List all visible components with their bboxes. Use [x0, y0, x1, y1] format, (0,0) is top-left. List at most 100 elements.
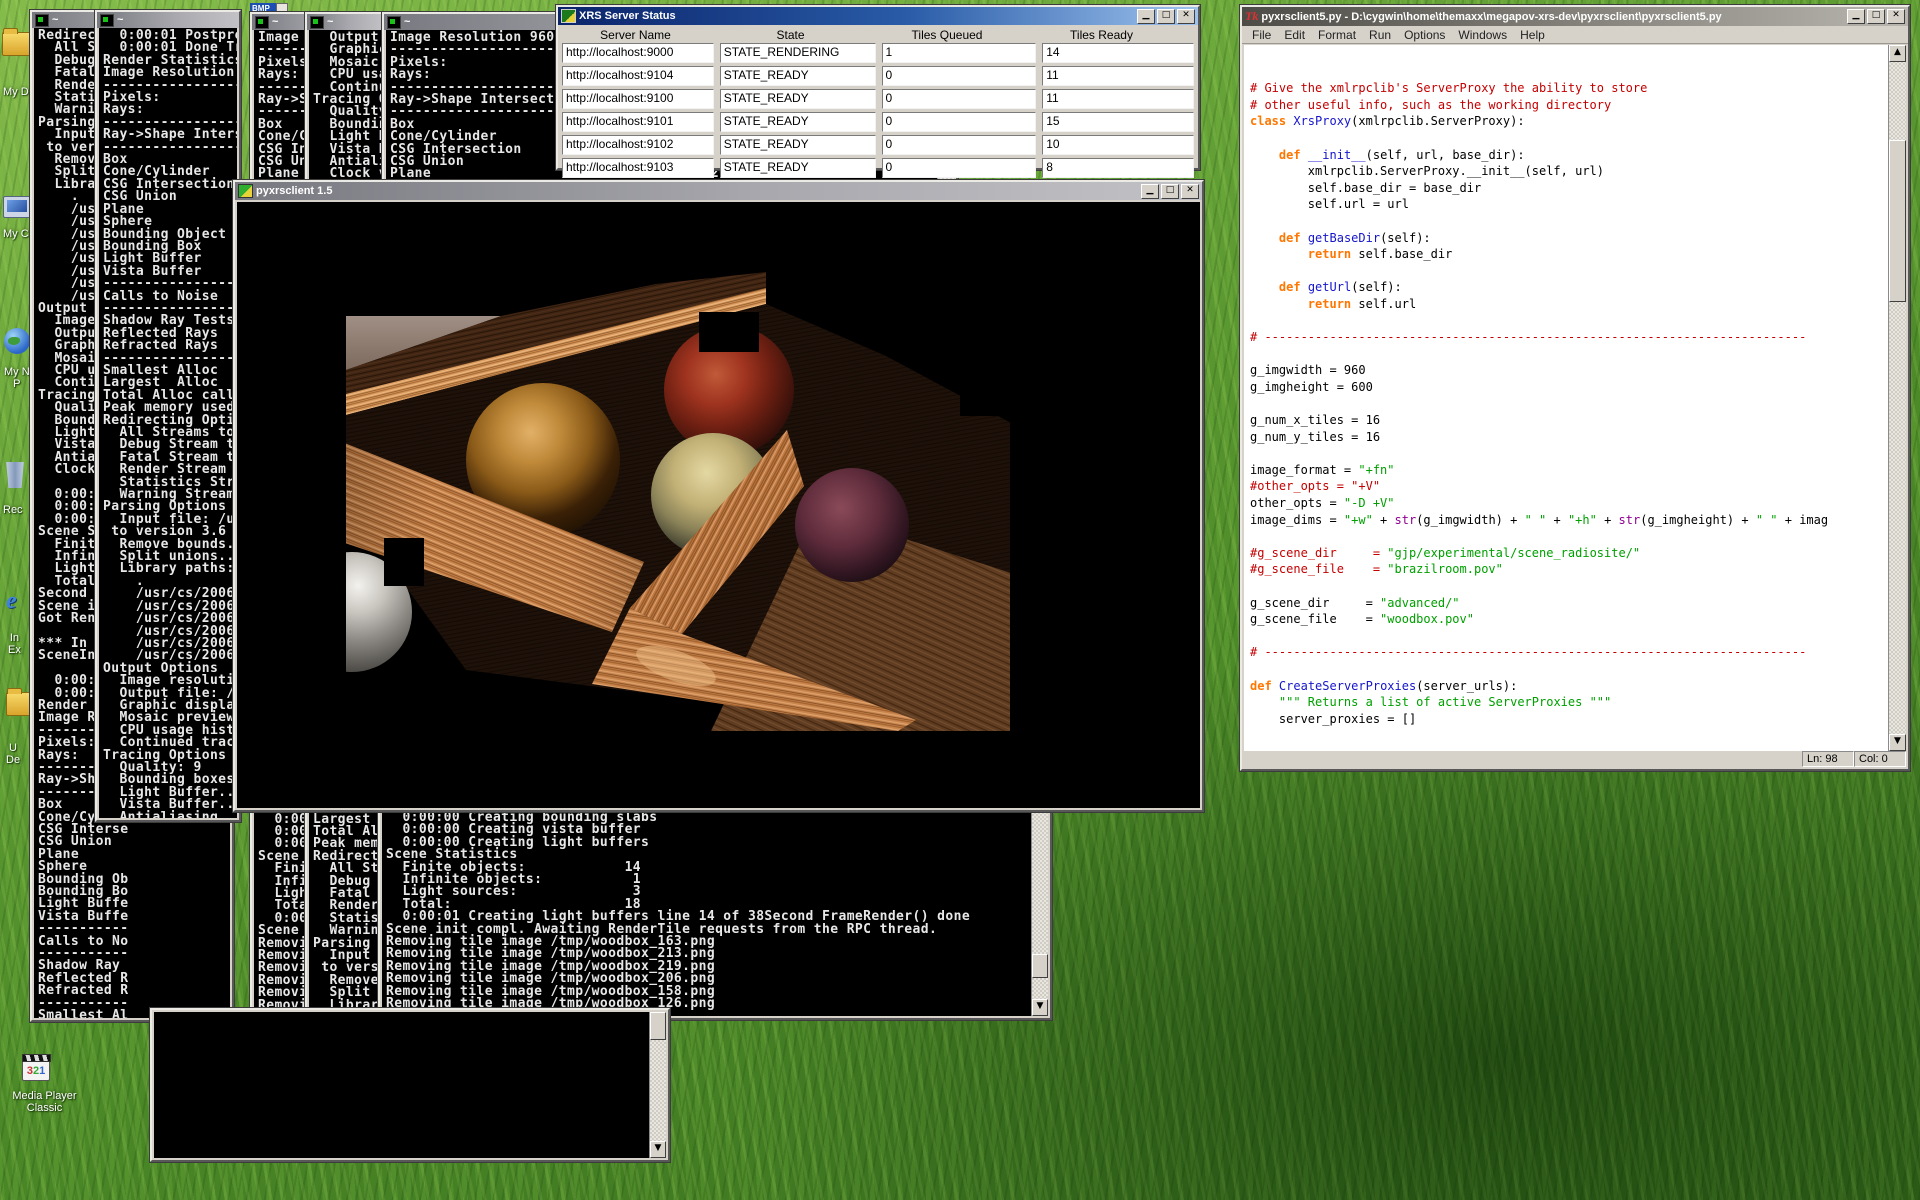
terminal-screen[interactable]: 0:00:00 Creating bounding slabs 0:00:00 …	[382, 810, 1032, 1016]
mpc-digit: 1	[39, 1065, 45, 1077]
table-cell[interactable]: 0	[882, 135, 1037, 155]
window-title: XRS Server Status	[579, 10, 676, 22]
tk-icon: Tk	[1245, 9, 1258, 24]
table-cell[interactable]: 0	[882, 158, 1037, 178]
terminal-window-tiles[interactable]: ~ 0:00:00 Creating bounding slabs 0:00:0…	[378, 792, 1052, 1020]
table-row: http://localhost:9100 STATE_READY 011	[558, 89, 1198, 109]
console-window-empty[interactable]: ▼	[150, 1008, 670, 1162]
terminal-title: ~	[272, 16, 278, 28]
menu-item-windows[interactable]: Windows	[1452, 27, 1513, 43]
terminal-window-2[interactable]: ~ 0:00:01 Postpro 0:00:01 Done Tr Render…	[95, 10, 241, 822]
table-cell[interactable]: 14	[1042, 43, 1194, 63]
editor-scrollbar[interactable]: ▲ ▼	[1888, 45, 1906, 751]
idle-editor-window[interactable]: Tk pyxrsclient5.py - D:\cygwin\home\them…	[1240, 5, 1910, 771]
scrollbar-thumb[interactable]	[1889, 140, 1906, 302]
table-cell[interactable]: 11	[1042, 66, 1194, 86]
table-cell[interactable]: 0	[882, 89, 1037, 109]
table-cell[interactable]: 1	[882, 43, 1037, 63]
terminal-title: ~	[52, 14, 58, 26]
table-cell[interactable]: http://localhost:9103	[562, 158, 714, 178]
code-editor[interactable]: # Give the xmlrpclib's ServerProxy the a…	[1244, 45, 1906, 751]
window-title: pyxrsclient 1.5	[256, 185, 332, 197]
table-cell[interactable]: 0	[882, 112, 1037, 132]
terminal-titlebar[interactable]: ~	[97, 12, 239, 28]
xrs-titlebar[interactable]: XRS Server Status ▁ □ ✕	[558, 7, 1198, 25]
terminal-titlebar[interactable]: ~	[307, 14, 384, 30]
status-col-indicator: Col: 0	[1854, 751, 1906, 767]
table-row: http://localhost:9103 STATE_READY 08	[558, 158, 1198, 178]
desktop-icon-label[interactable]: My C	[3, 228, 29, 240]
pyxrsclient-window[interactable]: pyxrsclient 1.5 ▁ □ ✕	[233, 180, 1204, 812]
code-text[interactable]: # Give the xmlrpclib's ServerProxy the a…	[1250, 47, 1886, 727]
desktop-icon-label[interactable]: Media Player Classic	[0, 1090, 97, 1114]
render-preview-image	[346, 238, 1078, 731]
desktop-icon-media-player-classic[interactable]: 321	[22, 1057, 92, 1081]
minimize-button[interactable]: ▁	[1137, 9, 1155, 24]
cygwin-terminal-icon	[387, 16, 401, 29]
computer-icon	[3, 196, 31, 218]
menu-item-options[interactable]: Options	[1398, 27, 1451, 43]
table-cell[interactable]: 10	[1042, 135, 1194, 155]
terminal-screen[interactable]: 0:00:01 Postpro 0:00:01 Done Tr Render S…	[99, 28, 237, 818]
terminal-screen[interactable]	[154, 1012, 650, 1158]
close-button[interactable]: ✕	[1177, 9, 1195, 24]
cygwin-terminal-icon	[310, 16, 324, 29]
table-cell[interactable]: STATE_READY	[720, 135, 876, 155]
maximize-button[interactable]: □	[1867, 9, 1885, 24]
table-cell[interactable]: STATE_READY	[720, 89, 876, 109]
menu-item-edit[interactable]: Edit	[1278, 27, 1311, 43]
desktop-icon-label[interactable]: My D	[3, 86, 29, 98]
table-row: http://localhost:9101 STATE_READY 015	[558, 112, 1198, 132]
menu-item-file[interactable]: File	[1246, 27, 1277, 43]
minimize-button[interactable]: ▁	[1847, 9, 1865, 24]
table-cell[interactable]: 15	[1042, 112, 1194, 132]
scroll-down-arrow[interactable]: ▼	[650, 1141, 666, 1158]
terminal-title: ~	[117, 14, 123, 26]
scrollbar-thumb[interactable]	[650, 1012, 666, 1040]
table-cell[interactable]: STATE_READY	[720, 112, 876, 132]
scroll-down-arrow[interactable]: ▼	[1889, 734, 1906, 751]
column-header: State	[715, 28, 866, 42]
xrs-app-icon	[561, 9, 576, 23]
table-cell[interactable]: http://localhost:9104	[562, 66, 714, 86]
media-player-classic-icon: 321	[22, 1057, 50, 1081]
close-button[interactable]: ✕	[1181, 184, 1199, 199]
table-cell[interactable]: STATE_READY	[720, 158, 876, 178]
minimize-button[interactable]: ▁	[1141, 184, 1159, 199]
terminal-scrollbar[interactable]: ▼	[1031, 810, 1048, 1016]
maximize-button[interactable]: □	[1161, 184, 1179, 199]
desktop-icon-label[interactable]: Rec	[3, 504, 23, 516]
terminal-scrollbar[interactable]: ▼	[649, 1012, 666, 1158]
table-cell[interactable]: http://localhost:9101	[562, 112, 714, 132]
window-title: pyxrsclient5.py - D:\cygwin\home\themaxx…	[1261, 11, 1721, 23]
pyxrsclient-titlebar[interactable]: pyxrsclient 1.5 ▁ □ ✕	[235, 182, 1202, 200]
table-cell[interactable]: STATE_RENDERING	[720, 43, 876, 63]
table-cell[interactable]: STATE_READY	[720, 66, 876, 86]
table-cell[interactable]: 11	[1042, 89, 1194, 109]
desktop-icon-label[interactable]: U De	[6, 742, 20, 766]
xrs-status-window[interactable]: XRS Server Status ▁ □ ✕ Server NameState…	[556, 5, 1200, 170]
cygwin-terminal-icon	[255, 16, 269, 29]
pyxrsclient-app-icon	[238, 184, 253, 198]
table-cell[interactable]: 8	[1042, 158, 1194, 178]
scroll-down-arrow[interactable]: ▼	[1032, 999, 1048, 1016]
table-cell[interactable]: http://localhost:9000	[562, 43, 714, 63]
maximize-button[interactable]: □	[1157, 9, 1175, 24]
menu-item-help[interactable]: Help	[1514, 27, 1551, 43]
table-cell[interactable]: http://localhost:9102	[562, 135, 714, 155]
column-header: Tiles Queued	[872, 28, 1022, 42]
idle-titlebar[interactable]: Tk pyxrsclient5.py - D:\cygwin\home\them…	[1242, 7, 1908, 26]
scroll-up-arrow[interactable]: ▲	[1889, 45, 1906, 62]
idle-menubar: FileEditFormatRunOptionsWindowsHelp	[1242, 26, 1908, 44]
close-button[interactable]: ✕	[1887, 9, 1905, 24]
recycle-bin-icon	[4, 462, 26, 488]
scrollbar-thumb[interactable]	[1032, 954, 1048, 978]
menu-item-format[interactable]: Format	[1312, 27, 1362, 43]
menu-item-run[interactable]: Run	[1363, 27, 1397, 43]
globe-icon	[4, 328, 30, 354]
desktop-icon-label[interactable]: My N P	[4, 366, 30, 390]
table-cell[interactable]: 0	[882, 66, 1037, 86]
desktop-icon-label[interactable]: In Ex	[8, 632, 21, 656]
table-cell[interactable]: http://localhost:9100	[562, 89, 714, 109]
render-canvas[interactable]	[237, 202, 1200, 808]
